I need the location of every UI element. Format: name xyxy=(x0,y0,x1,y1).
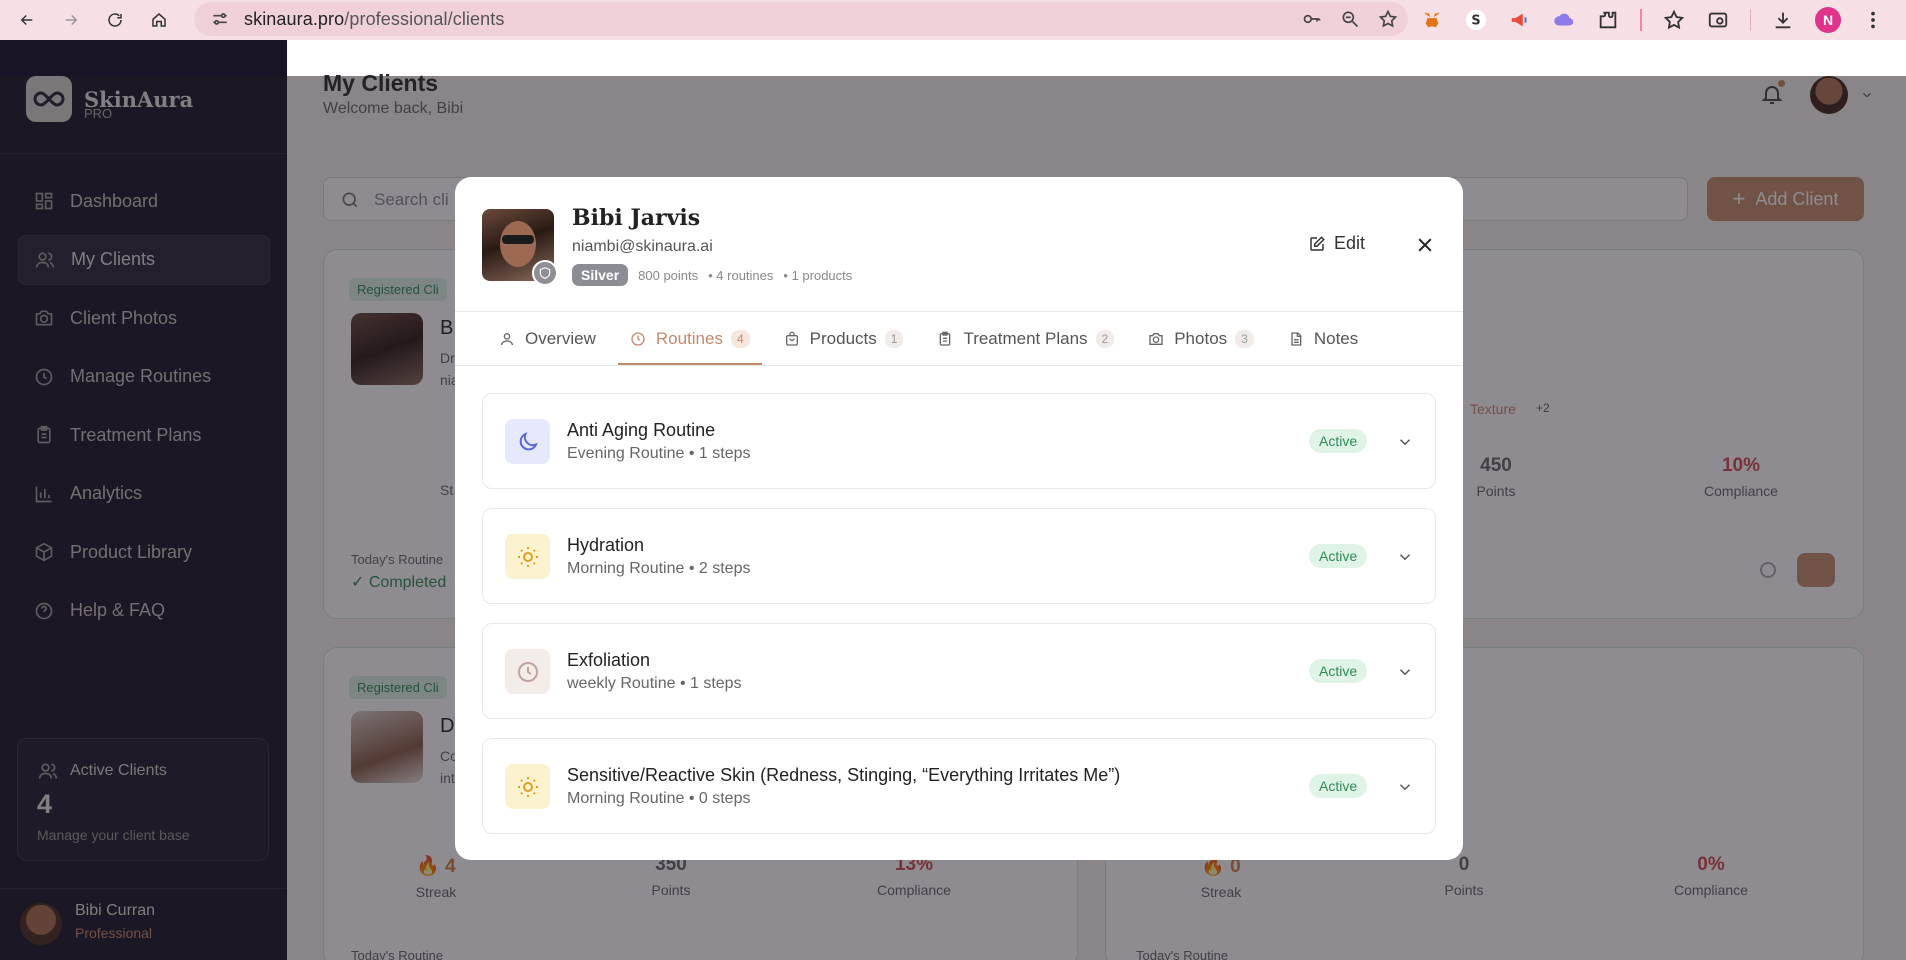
routine-name: Sensitive/Reactive Skin (Redness, Stingi… xyxy=(567,765,1121,785)
tab-count: 1 xyxy=(884,329,904,348)
client-meta: Silver 800 points • 4 routines • 1 produ… xyxy=(572,264,852,286)
tab-count: 3 xyxy=(1235,329,1254,348)
arrow-right-icon xyxy=(65,14,78,26)
routine-name: Hydration xyxy=(567,535,645,555)
routine-sub: Morning Routine • 0 steps xyxy=(567,790,751,807)
browser-toolbar: skinaura.pro/professional/clients S N xyxy=(0,0,1906,40)
chevron-down-icon[interactable] xyxy=(1396,663,1414,681)
client-name: Bibi Jarvis xyxy=(572,205,701,231)
tab-overview[interactable]: Overview xyxy=(487,312,608,365)
routine-card[interactable]: Exfoliation weekly Routine • 1 steps Act… xyxy=(482,623,1436,719)
routine-sub: Evening Routine • 1 steps xyxy=(567,445,751,462)
back-button[interactable] xyxy=(8,1,46,39)
clipboard-icon xyxy=(940,331,951,346)
status-badge: Active xyxy=(1309,544,1368,568)
tab-products[interactable]: Products 1 xyxy=(772,312,916,365)
routine-name: Exfoliation xyxy=(567,650,651,670)
routine-list: Anti Aging Routine Evening Routine • 1 s… xyxy=(482,393,1436,853)
clock-icon xyxy=(505,649,550,694)
products-count: • 1 products xyxy=(783,267,853,283)
browser-profile-avatar[interactable]: N xyxy=(1815,7,1841,33)
bag-icon xyxy=(785,331,798,346)
url-text: skinaura.pro/professional/clients xyxy=(244,8,505,29)
client-detail-modal: Bibi Jarvis niambi@skinaura.ai Silver 80… xyxy=(455,177,1463,860)
key-icon[interactable] xyxy=(1302,9,1322,29)
tab-count: 4 xyxy=(730,329,750,348)
edit-button[interactable]: Edit xyxy=(1308,233,1365,254)
tab-treatment-plans[interactable]: Treatment Plans 2 xyxy=(925,312,1126,365)
sun-icon xyxy=(505,534,550,579)
tier-badge: Silver xyxy=(572,264,629,286)
routines-count: • 4 routines xyxy=(708,267,774,283)
divider xyxy=(455,365,1463,366)
routine-card[interactable]: Anti Aging Routine Evening Routine • 1 s… xyxy=(482,393,1436,489)
status-badge: Active xyxy=(1309,429,1368,453)
routine-sub: weekly Routine • 1 steps xyxy=(567,675,742,692)
metamask-extension-icon[interactable] xyxy=(1420,8,1444,32)
client-email: niambi@skinaura.ai xyxy=(572,238,713,255)
home-icon xyxy=(152,13,166,27)
routine-sub: Morning Routine • 2 steps xyxy=(567,560,751,577)
home-button[interactable] xyxy=(140,1,178,39)
favorites-star-icon[interactable] xyxy=(1662,8,1686,32)
chevron-down-icon[interactable] xyxy=(1396,778,1414,796)
clock-icon xyxy=(631,331,645,346)
site-settings-icon[interactable] xyxy=(210,9,230,29)
routine-card[interactable]: Hydration Morning Routine • 2 steps Acti… xyxy=(482,508,1436,604)
tab-count: 2 xyxy=(1095,329,1115,348)
routine-card[interactable]: Sensitive/Reactive Skin (Redness, Stingi… xyxy=(482,738,1436,834)
sun-icon xyxy=(505,764,550,809)
bookmark-star-icon[interactable] xyxy=(1378,9,1398,29)
tab-routines[interactable]: Routines 4 xyxy=(617,312,762,365)
arrow-left-icon xyxy=(20,14,33,26)
shield-icon xyxy=(539,267,551,279)
zoom-icon[interactable] xyxy=(1340,9,1360,29)
status-badge: Active xyxy=(1309,659,1368,683)
cloud-extension-icon[interactable] xyxy=(1552,8,1576,32)
browser-menu-icon[interactable] xyxy=(1861,8,1885,32)
points-count: 800 points xyxy=(638,267,699,283)
status-badge: Active xyxy=(1309,774,1368,798)
chevron-down-icon[interactable] xyxy=(1396,548,1414,566)
extensions-puzzle-icon[interactable] xyxy=(1596,8,1620,32)
document-icon xyxy=(1291,331,1302,346)
reload-icon xyxy=(108,13,122,27)
svg-text:S: S xyxy=(1471,14,1480,29)
reload-button[interactable] xyxy=(96,1,134,39)
edit-icon xyxy=(1310,235,1325,251)
tab-photos[interactable]: Photos 3 xyxy=(1136,312,1266,365)
megaphone-extension-icon[interactable] xyxy=(1508,8,1532,32)
forward-button[interactable] xyxy=(52,1,90,39)
tab-search-icon[interactable] xyxy=(1706,8,1730,32)
s-extension-icon[interactable]: S xyxy=(1464,8,1488,32)
moon-icon xyxy=(505,419,550,464)
chevron-down-icon[interactable] xyxy=(1396,433,1414,451)
routine-name: Anti Aging Routine xyxy=(567,420,716,440)
download-icon[interactable] xyxy=(1771,8,1795,32)
modal-tabs: Overview Routines 4 Products 1 Treatment… xyxy=(487,312,1380,365)
tier-shield-badge xyxy=(532,260,558,286)
close-icon[interactable] xyxy=(1415,235,1435,255)
user-icon xyxy=(501,332,513,345)
camera-icon xyxy=(1149,332,1163,345)
tab-notes[interactable]: Notes xyxy=(1276,312,1370,365)
address-bar[interactable]: skinaura.pro/professional/clients xyxy=(194,2,1408,36)
